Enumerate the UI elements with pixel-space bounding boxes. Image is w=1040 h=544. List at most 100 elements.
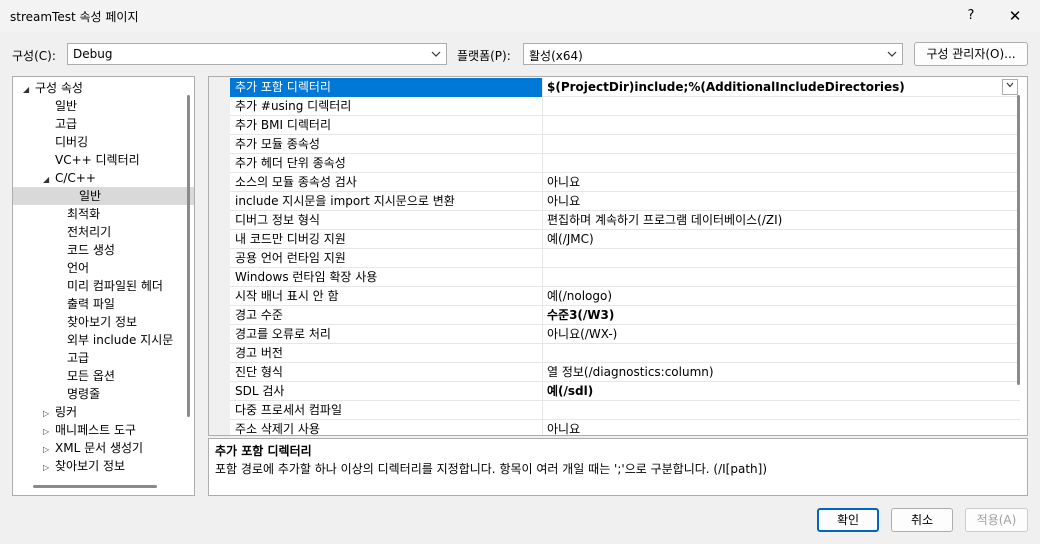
- tree-item[interactable]: ◢ 구성 속성: [23, 79, 83, 97]
- tree-item-label: 코드 생성: [67, 243, 115, 257]
- grid-gutter: [209, 77, 230, 435]
- property-name: 추가 헤더 단위 종속성: [230, 154, 543, 173]
- property-name: 시작 배너 표시 안 함: [230, 287, 543, 306]
- title-bar: streamTest 속성 페이지 ? ✕: [0, 0, 1040, 32]
- property-value[interactable]: 아니요: [547, 420, 1020, 435]
- property-value[interactable]: 아니요(/WX-): [547, 325, 1020, 344]
- property-row[interactable]: Windows 런타임 확장 사용: [230, 268, 1020, 287]
- property-name: 내 코드만 디버깅 지원: [230, 230, 543, 249]
- tree-item[interactable]: 외부 include 지시문: [55, 331, 173, 349]
- tree-item[interactable]: VC++ 디렉터리: [43, 151, 140, 169]
- property-row[interactable]: 추가 #using 디렉터리: [230, 97, 1020, 116]
- property-row[interactable]: 경고 버전: [230, 344, 1020, 363]
- property-row[interactable]: 주소 삭제기 사용 아니요: [230, 420, 1020, 435]
- property-name: include 지시문을 import 지시문으로 변환: [230, 192, 543, 211]
- tree-item[interactable]: ▷ 찾아보기 정보: [43, 457, 125, 475]
- window-title: streamTest 속성 페이지: [10, 10, 139, 24]
- grid-vertical-scrollbar[interactable]: [1017, 95, 1020, 385]
- description-title: 추가 포함 디렉터리: [215, 444, 312, 458]
- tree-item-label: 명령줄: [67, 387, 101, 401]
- tree-item[interactable]: 고급: [55, 349, 89, 367]
- tree-item[interactable]: 전처리기: [55, 223, 111, 241]
- tree-item-label: 출력 파일: [67, 297, 115, 311]
- property-value[interactable]: 예(/sdl): [547, 382, 1020, 401]
- apply-button[interactable]: 적용(A): [965, 508, 1028, 532]
- property-name: 소스의 모듈 종속성 검사: [230, 173, 543, 192]
- tree-item[interactable]: 일반: [43, 97, 77, 115]
- ok-button[interactable]: 확인: [817, 508, 879, 532]
- tree-item[interactable]: ▷ 링커: [43, 403, 77, 421]
- property-value[interactable]: [547, 268, 1020, 287]
- property-name: 진단 형식: [230, 363, 543, 382]
- property-row[interactable]: 공용 언어 런타임 지원: [230, 249, 1020, 268]
- property-value[interactable]: 편집하며 계속하기 프로그램 데이터베이스(/ZI): [547, 211, 1020, 230]
- tree-vertical-scrollbar[interactable]: [187, 95, 190, 417]
- property-row[interactable]: SDL 검사 예(/sdl): [230, 382, 1020, 401]
- help-button[interactable]: ?: [958, 4, 984, 28]
- chevron-down-icon[interactable]: [1002, 79, 1018, 95]
- property-name: 경고 수준: [230, 306, 543, 325]
- property-value[interactable]: [547, 154, 1020, 173]
- close-button[interactable]: ✕: [1002, 4, 1028, 28]
- cancel-button[interactable]: 취소: [891, 508, 953, 532]
- triangle-right-icon[interactable]: ▷: [43, 459, 55, 477]
- property-value[interactable]: [547, 249, 1020, 268]
- tree-item[interactable]: 미리 컴파일된 헤더: [55, 277, 163, 295]
- tree-item[interactable]: 코드 생성: [55, 241, 115, 259]
- tree-item[interactable]: ▷ 매니페스트 도구: [43, 421, 136, 439]
- tree-item[interactable]: 출력 파일: [55, 295, 115, 313]
- property-name: SDL 검사: [230, 382, 543, 401]
- description-panel: 추가 포함 디렉터리 포함 경로에 추가할 하나 이상의 디렉터리를 지정합니다…: [208, 438, 1028, 496]
- property-value[interactable]: 예(/JMC): [547, 230, 1020, 249]
- property-grid[interactable]: 추가 포함 디렉터리 $(ProjectDir)include;%(Additio…: [208, 76, 1028, 436]
- property-value[interactable]: 열 정보(/diagnostics:column): [547, 363, 1020, 382]
- property-row[interactable]: 다중 프로세서 컴파일: [230, 401, 1020, 420]
- property-row[interactable]: 시작 배너 표시 안 함 예(/nologo): [230, 287, 1020, 306]
- property-row[interactable]: 내 코드만 디버깅 지원 예(/JMC): [230, 230, 1020, 249]
- property-row[interactable]: 디버그 정보 형식 편집하며 계속하기 프로그램 데이터베이스(/ZI): [230, 211, 1020, 230]
- property-name: 경고를 오류로 처리: [230, 325, 543, 344]
- tree-item[interactable]: ▷ XML 문서 생성기: [43, 439, 143, 457]
- property-row[interactable]: 추가 헤더 단위 종속성: [230, 154, 1020, 173]
- property-value[interactable]: [547, 135, 1020, 154]
- config-manager-button[interactable]: 구성 관리자(O)...: [914, 42, 1028, 66]
- tree-item[interactable]: 최적화: [55, 205, 100, 223]
- property-name: 추가 BMI 디렉터리: [230, 116, 543, 135]
- property-value[interactable]: 예(/nologo): [547, 287, 1020, 306]
- tree-item[interactable]: 고급: [43, 115, 77, 133]
- property-value[interactable]: [547, 401, 1020, 420]
- property-value[interactable]: [547, 116, 1020, 135]
- tree-item-label: 외부 include 지시문: [67, 333, 174, 347]
- tree-item-label: 미리 컴파일된 헤더: [67, 279, 163, 293]
- triangle-down-icon[interactable]: ◢: [23, 81, 35, 99]
- tree-item[interactable]: 찾아보기 정보: [55, 313, 137, 331]
- property-value[interactable]: 수준3(/W3): [547, 306, 1020, 325]
- property-value[interactable]: [547, 97, 1020, 116]
- description-text: 포함 경로에 추가할 하나 이상의 디렉터리를 지정합니다. 항목이 여러 개일…: [215, 462, 768, 476]
- category-tree[interactable]: ◢ 구성 속성 일반 고급 디버깅 VC++ 디렉터리 ◢ C/C++ 일반 최적화 전처리기 코드 …: [12, 76, 195, 496]
- property-row[interactable]: 추가 모듈 종속성: [230, 135, 1020, 154]
- property-row[interactable]: 소스의 모듈 종속성 검사 아니요: [230, 173, 1020, 192]
- tree-item[interactable]: 모든 옵션: [55, 367, 115, 385]
- tree-item-label: 구성 속성: [35, 81, 83, 95]
- property-row[interactable]: 경고를 오류로 처리 아니요(/WX-): [230, 325, 1020, 344]
- tree-item[interactable]: 명령줄: [55, 385, 100, 403]
- tree-item[interactable]: 언어: [55, 259, 89, 277]
- property-row[interactable]: include 지시문을 import 지시문으로 변환 아니요: [230, 192, 1020, 211]
- tree-item[interactable]: 일반: [13, 187, 194, 205]
- property-value[interactable]: [547, 344, 1020, 363]
- property-row[interactable]: 진단 형식 열 정보(/diagnostics:column): [230, 363, 1020, 382]
- platform-dropdown[interactable]: 활성(x64): [523, 43, 903, 65]
- tree-item-label: 일반: [79, 189, 102, 203]
- property-row[interactable]: 추가 포함 디렉터리 $(ProjectDir)include;%(Additio…: [230, 78, 1020, 97]
- config-dropdown[interactable]: Debug: [67, 43, 447, 65]
- property-value[interactable]: $(ProjectDir)include;%(AdditionalInclude…: [547, 78, 1020, 97]
- tree-item-label: 모든 옵션: [67, 369, 115, 383]
- tree-item[interactable]: ◢ C/C++: [43, 169, 96, 187]
- property-row[interactable]: 경고 수준 수준3(/W3): [230, 306, 1020, 325]
- property-value[interactable]: 아니요: [547, 173, 1020, 192]
- tree-item[interactable]: 디버깅: [43, 133, 88, 151]
- property-row[interactable]: 추가 BMI 디렉터리: [230, 116, 1020, 135]
- property-value[interactable]: 아니요: [547, 192, 1020, 211]
- tree-horizontal-scrollbar[interactable]: [33, 485, 157, 488]
